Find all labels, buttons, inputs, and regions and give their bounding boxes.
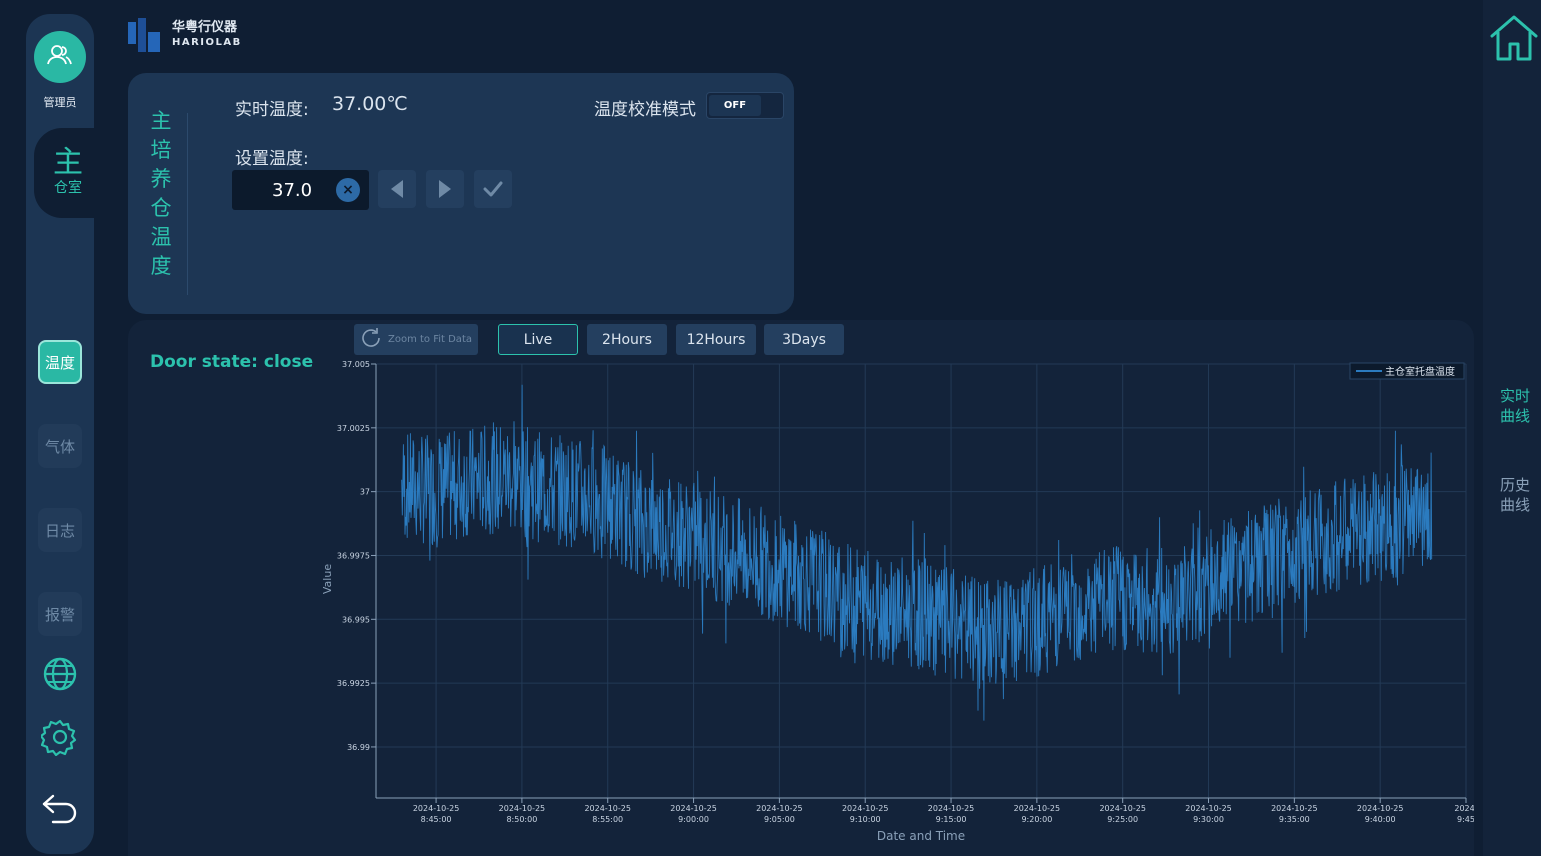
y-tick-label: 37 — [360, 488, 370, 497]
panel-divider — [187, 113, 188, 295]
x-tick-label-date: 2024-10-25 — [928, 804, 975, 813]
nav-log-button[interactable]: 日志 — [38, 508, 82, 552]
users-icon — [47, 44, 73, 70]
y-tick-label: 36.9925 — [337, 679, 370, 688]
y-tick-label: 37.0025 — [337, 424, 370, 433]
nav-alarm-button[interactable]: 报警 — [38, 592, 82, 636]
nav-temperature-button[interactable]: 温度 — [38, 340, 82, 384]
title-char: 仓 — [150, 196, 172, 220]
increase-button[interactable] — [426, 170, 464, 208]
chart-panel: Door state: close Zoom to Fit Data Live … — [128, 320, 1474, 856]
admin-label: 管理员 — [43, 96, 77, 109]
x-tick-label-time: 9:35:00 — [1279, 815, 1310, 824]
logo-en: HARIOLAB — [172, 37, 242, 48]
realtime-curve-label: 实时 曲线 — [1499, 387, 1530, 425]
x-tick-label-time: 9:20:00 — [1021, 815, 1052, 824]
x-axis-label: Date and Time — [877, 829, 965, 843]
chart-grid — [376, 363, 1467, 798]
x-tick-label-date: 2024-10-25 — [1185, 804, 1232, 813]
realtime-temp-value: 37.00℃ — [332, 93, 408, 115]
y-tick-label: 36.9975 — [337, 551, 370, 560]
x-tick-label-date: 2024-10-25 — [584, 804, 631, 813]
set-temp-label: 设置温度: — [235, 149, 309, 169]
logo-mark-icon — [128, 18, 160, 52]
y-tick-label: 36.995 — [342, 615, 370, 624]
confirm-button[interactable] — [474, 170, 512, 208]
chart-axes: 37.005 37.0025 37 36.9975 36.995 36.9925 36.99… — [337, 360, 1474, 824]
x-tick-label-date: 2024- — [1454, 804, 1474, 813]
realtime-temp-label: 实时温度: — [235, 100, 309, 120]
x-tick-label-time: 9:10:00 — [850, 815, 881, 824]
nav-gas-button[interactable]: 气体 — [38, 424, 82, 468]
home-icon[interactable] — [1489, 14, 1539, 66]
x-tick-label-time: 9:25:00 — [1107, 815, 1138, 824]
temperature-control-panel: 主 培 养 仓 温 度 实时温度: 37.00℃ 温度校准模式 OFF 设置温度… — [128, 73, 794, 314]
x-tick-label-time: 9:00:00 — [678, 815, 709, 824]
x-tick-label-date: 2024-10-25 — [413, 804, 460, 813]
title-char: 度 — [150, 254, 172, 278]
legend-label: 主仓室托盘温度 — [1385, 365, 1455, 378]
clear-input-icon[interactable]: × — [336, 178, 360, 202]
x-tick-label-date: 2024-10-25 — [1357, 804, 1404, 813]
triangle-right-icon — [439, 180, 451, 198]
x-tick-label-date: 2024-10-25 — [670, 804, 717, 813]
chart-legend: 主仓室托盘温度 — [1349, 362, 1465, 380]
decrease-button[interactable] — [378, 170, 416, 208]
globe-icon[interactable] — [40, 654, 80, 694]
logo-cn: 华粤行仪器 — [172, 20, 238, 35]
x-tick-label-time: 9:40:00 — [1365, 815, 1396, 824]
history-curve-label: 历史 曲线 — [1499, 476, 1530, 514]
calibration-toggle[interactable]: OFF — [706, 92, 784, 119]
chamber-tab-big: 主 — [53, 145, 83, 180]
x-tick-label-date: 2024-10-25 — [842, 804, 889, 813]
x-tick-label-time: 9:45 — [1457, 815, 1474, 824]
gear-icon[interactable] — [40, 717, 80, 757]
title-char: 养 — [150, 167, 172, 191]
left-sidebar: 管理员 主 仓室 温度 气体 日志 报警 — [26, 14, 102, 854]
x-tick-label-time: 9:30:00 — [1193, 815, 1224, 824]
x-tick-label-date: 2024-10-25 — [1099, 804, 1146, 813]
admin-avatar[interactable] — [34, 31, 86, 83]
x-tick-label-time: 9:05:00 — [764, 815, 795, 824]
x-tick-label-date: 2024-10-25 — [1271, 804, 1318, 813]
realtime-curve-tab[interactable]: 实时 曲线 — [1493, 386, 1537, 426]
history-curve-tab[interactable]: 历史 曲线 — [1493, 475, 1537, 515]
temperature-series-line — [401, 384, 1433, 721]
x-tick-label-time: 9:15:00 — [936, 815, 967, 824]
triangle-left-icon — [391, 180, 403, 198]
panel-vertical-title: 主 培 养 仓 温 度 — [148, 107, 174, 281]
chamber-tab-main[interactable]: 主 仓室 — [34, 128, 102, 218]
y-tick-label: 36.99 — [347, 743, 370, 752]
calibration-toggle-state: OFF — [709, 95, 761, 116]
x-tick-label-time: 8:45:00 — [421, 815, 452, 824]
back-arrow-icon[interactable] — [40, 788, 80, 828]
x-tick-label-time: 8:55:00 — [592, 815, 623, 824]
chart-series — [401, 384, 1433, 721]
title-char: 培 — [150, 138, 172, 162]
x-tick-label-date: 2024-10-25 — [1014, 804, 1061, 813]
calibration-mode-label: 温度校准模式 — [594, 100, 696, 120]
brand-logo: 华粤行仪器 HARIOLAB — [128, 18, 242, 52]
y-axis-label: Value — [321, 564, 334, 594]
chamber-tab-small: 仓室 — [54, 180, 82, 196]
temperature-line-chart[interactable]: 37.005 37.0025 37 36.9975 36.995 36.9925 36.99… — [128, 320, 1474, 856]
y-tick-label: 37.005 — [342, 360, 370, 369]
x-tick-label-time: 8:50:00 — [506, 815, 537, 824]
right-rail — [1483, 0, 1541, 856]
x-tick-label-date: 2024-10-25 — [499, 804, 546, 813]
checkmark-icon — [483, 181, 503, 197]
x-tick-label-date: 2024-10-25 — [756, 804, 803, 813]
title-char: 主 — [150, 109, 172, 133]
title-char: 温 — [150, 225, 172, 249]
